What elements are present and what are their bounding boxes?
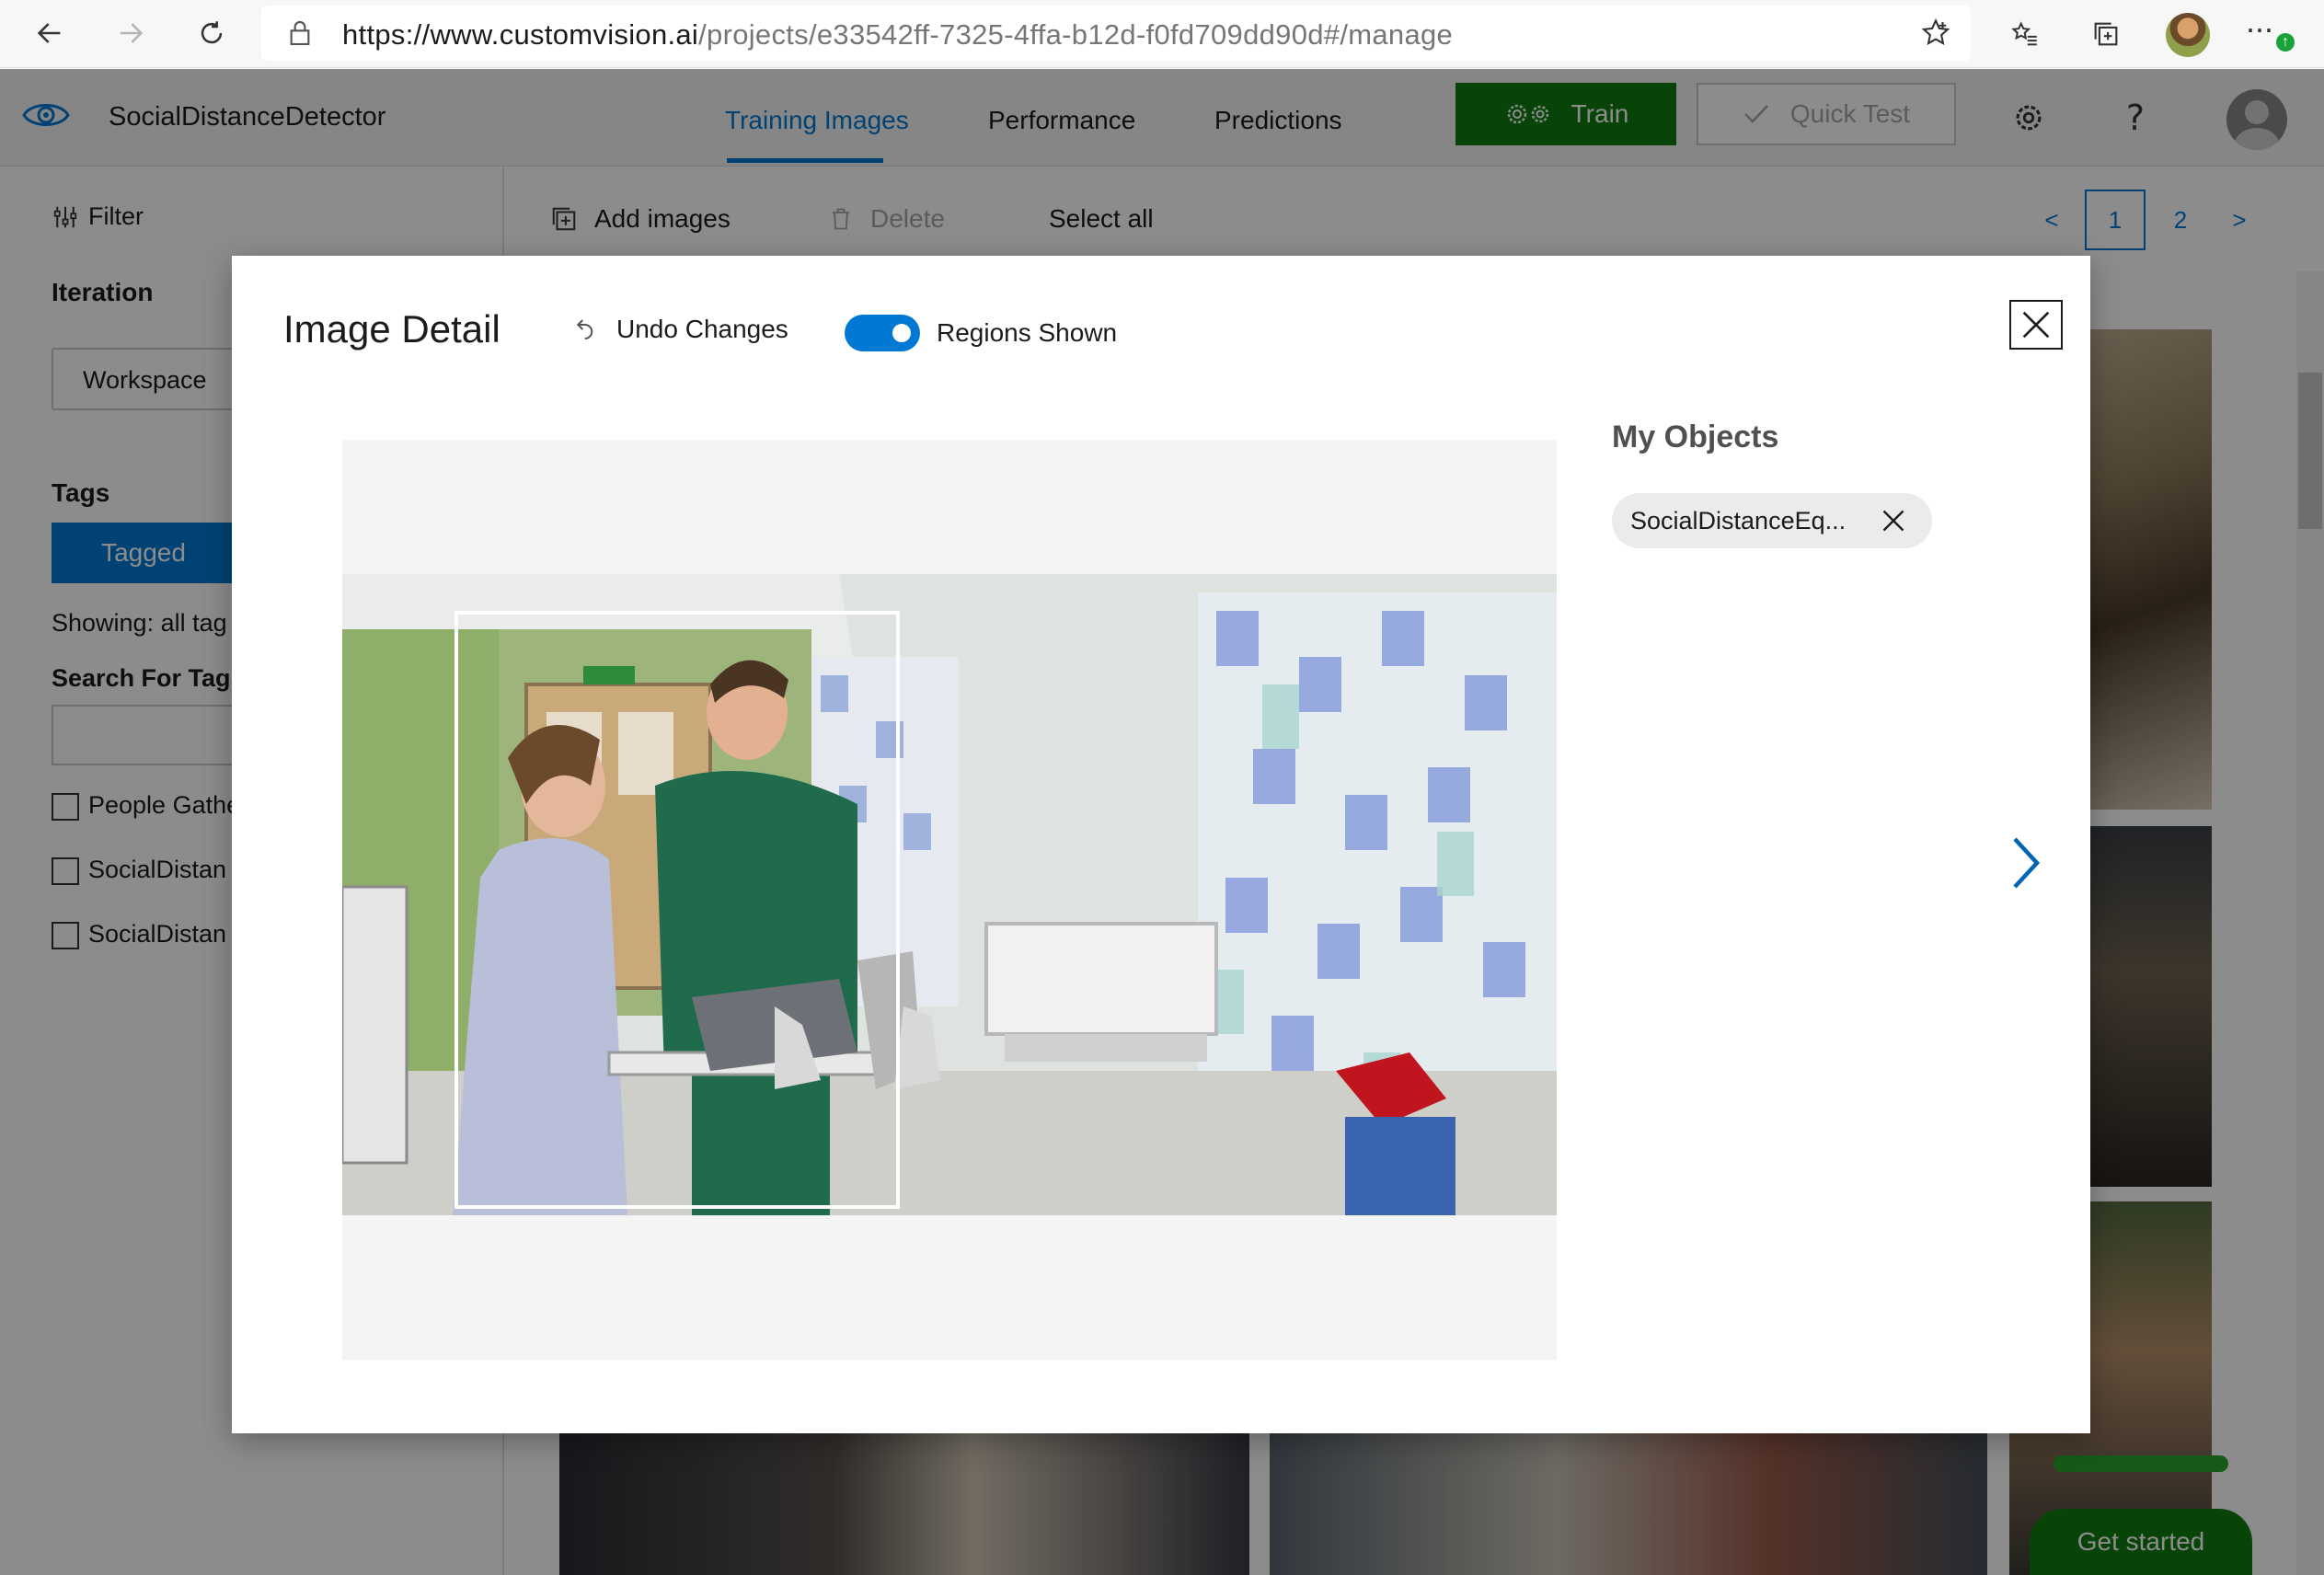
collections-icon xyxy=(2094,22,2118,46)
refresh-button[interactable] xyxy=(188,9,236,57)
training-photo xyxy=(342,574,1557,1215)
browser-profile-avatar[interactable] xyxy=(2166,13,2210,57)
url-text: https://www.customvision.ai/projects/e33… xyxy=(342,18,1453,52)
dialog-title: Image Detail xyxy=(283,307,500,351)
regions-shown-label: Regions Shown xyxy=(937,318,1118,347)
next-image-button[interactable] xyxy=(1998,826,2054,900)
browser-menu-icon[interactable]: ··· xyxy=(2245,9,2274,48)
toggle-knob xyxy=(892,324,911,342)
close-icon xyxy=(2022,311,2050,339)
back-arrow-icon xyxy=(37,23,61,43)
collections-button[interactable] xyxy=(2085,13,2127,55)
url-path: /projects/e33542ff-7325-4ffa-b12d-f0fd70… xyxy=(698,18,1454,51)
back-button[interactable] xyxy=(26,9,74,57)
image-detail-dialog: Image Detail Undo Changes Regions Shown xyxy=(232,256,2090,1433)
lock-icon xyxy=(290,21,310,46)
address-bar[interactable]: https://www.customvision.ai/projects/e33… xyxy=(261,6,1971,61)
object-tag-label: SocialDistanceEq... xyxy=(1630,506,1847,535)
remove-tag-icon[interactable] xyxy=(1881,508,1906,534)
forward-arrow-icon xyxy=(120,23,144,43)
favorites-button[interactable] xyxy=(2004,13,2046,55)
undo-icon xyxy=(576,319,593,339)
forward-button[interactable] xyxy=(107,9,155,57)
object-tag-chip[interactable]: SocialDistanceEq... xyxy=(1612,493,1932,548)
refresh-icon xyxy=(201,21,223,44)
url-host: https://www.customvision.ai xyxy=(342,18,699,51)
update-available-icon: ↑ xyxy=(2276,33,2295,52)
my-objects-heading: My Objects xyxy=(1612,420,1779,454)
close-button[interactable] xyxy=(2009,300,2063,350)
favorite-star-icon[interactable] xyxy=(1919,17,1952,50)
bounding-box-region[interactable] xyxy=(454,611,900,1209)
undo-changes-button[interactable]: Undo Changes xyxy=(572,315,788,344)
undo-changes-label: Undo Changes xyxy=(616,315,788,343)
image-canvas[interactable] xyxy=(342,440,1557,1360)
browser-toolbar: https://www.customvision.ai/projects/e33… xyxy=(0,0,2324,68)
regions-shown-toggle[interactable] xyxy=(845,315,920,351)
chevron-right-icon xyxy=(2013,837,2041,889)
favorites-list-icon xyxy=(2011,21,2037,46)
